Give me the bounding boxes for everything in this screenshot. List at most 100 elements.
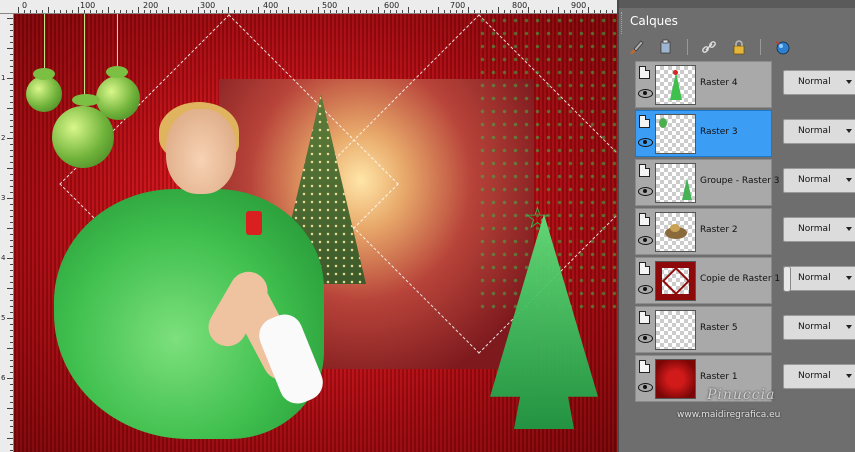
- image-canvas[interactable]: ☆: [14, 14, 617, 452]
- blend-mode-select[interactable]: Normal: [783, 266, 855, 291]
- layers-toolbar: [627, 36, 791, 58]
- layer-row[interactable]: Copie de Raster 1 Normal: [629, 256, 855, 305]
- ruler-tick: [96, 10, 97, 13]
- ruler-tick: [10, 342, 13, 343]
- ruler-tick: [10, 306, 13, 307]
- layer-name: Groupe - Raster 3: [700, 176, 780, 186]
- blend-mode-select[interactable]: Normal: [783, 70, 855, 95]
- ruler-tick: [10, 36, 13, 37]
- toolbar-separator: [687, 39, 688, 55]
- ruler-tick: [7, 348, 13, 349]
- lock-icon[interactable]: [730, 38, 748, 56]
- eye-icon[interactable]: [638, 383, 653, 392]
- ruler-label: 1: [1, 74, 6, 82]
- panel-splitter-handle[interactable]: [783, 266, 791, 292]
- eye-icon[interactable]: [638, 89, 653, 98]
- ruler-tick: [144, 10, 145, 13]
- ruler-tick: [7, 378, 13, 379]
- ruler-tick: [7, 138, 13, 139]
- ruler-tick: [372, 10, 373, 13]
- ruler-label: 100: [80, 1, 96, 10]
- ruler-tick: [258, 7, 259, 13]
- layers-panel: Calques Raster 4 Normal Raster 3 Normal …: [617, 0, 855, 452]
- ruler-tick: [306, 10, 307, 13]
- layer-mask-icon[interactable]: [639, 262, 650, 275]
- blend-mode-select[interactable]: Normal: [783, 217, 855, 242]
- layer-thumbnail: [655, 163, 696, 203]
- ruler-tick: [10, 276, 13, 277]
- ruler-tick: [7, 408, 13, 409]
- ruler-tick: [606, 10, 607, 13]
- layer-row[interactable]: Raster 4 Normal: [629, 60, 855, 109]
- layer-item[interactable]: Groupe - Raster 3: [635, 159, 780, 206]
- layer-mask-icon[interactable]: [639, 115, 650, 128]
- layer-row[interactable]: Groupe - Raster 3 Normal: [629, 158, 855, 207]
- paste-layer-icon[interactable]: [657, 38, 675, 56]
- ruler-tick: [10, 156, 13, 157]
- panel-title: Calques: [630, 14, 678, 28]
- eye-icon[interactable]: [638, 236, 653, 245]
- eye-icon[interactable]: [638, 187, 653, 196]
- ruler-tick: [336, 10, 337, 13]
- layer-item[interactable]: Raster 4: [635, 61, 772, 108]
- ruler-tick: [348, 7, 349, 13]
- ruler-tick: [384, 10, 385, 13]
- ruler-tick: [7, 78, 13, 79]
- ruler-label: 3: [1, 194, 6, 202]
- ruler-tick: [564, 10, 565, 13]
- ruler-tick: [10, 420, 13, 421]
- layer-name: Raster 3: [700, 127, 738, 137]
- ruler-tick: [540, 10, 541, 13]
- layer-item[interactable]: Raster 5: [635, 306, 772, 353]
- chevron-down-icon: [846, 80, 852, 84]
- layer-row[interactable]: Raster 2 Normal: [629, 207, 855, 256]
- ruler-tick: [10, 174, 13, 175]
- ruler-tick: [180, 10, 181, 13]
- ruler-label: 700: [450, 1, 466, 10]
- ruler-tick: [294, 10, 295, 13]
- layer-item[interactable]: Raster 3: [635, 110, 772, 157]
- layer-row[interactable]: Raster 5 Normal: [629, 305, 855, 354]
- layer-mask-icon[interactable]: [639, 360, 650, 373]
- panel-header-strip: [619, 0, 855, 8]
- layer-item[interactable]: Raster 2: [635, 208, 772, 255]
- ruler-tick: [10, 162, 13, 163]
- horizontal-ruler[interactable]: 0 100 200 300 400 500 600 700 800 900: [0, 0, 617, 14]
- layer-mask-icon[interactable]: [639, 213, 650, 226]
- eye-icon[interactable]: [638, 285, 653, 294]
- ruler-tick: [10, 30, 13, 31]
- blend-mode-select[interactable]: Normal: [783, 364, 855, 389]
- brush-layer-icon[interactable]: [627, 38, 645, 56]
- layer-mask-icon[interactable]: [639, 66, 650, 79]
- vertical-ruler[interactable]: 1 2 3 4 5 6: [0, 14, 14, 452]
- globe-icon[interactable]: [773, 38, 791, 56]
- layer-thumbnail: [655, 212, 696, 252]
- layer-mask-icon[interactable]: [639, 311, 650, 324]
- layer-mask-icon[interactable]: [639, 164, 650, 177]
- ruler-label: 900: [571, 1, 587, 10]
- ruler-tick: [10, 60, 13, 61]
- ruler-label: 500: [322, 1, 338, 10]
- ruler-tick: [30, 10, 31, 13]
- layer-thumbnail: [655, 310, 696, 350]
- ruler-tick: [10, 204, 13, 205]
- eye-icon[interactable]: [638, 334, 653, 343]
- blend-mode-select[interactable]: Normal: [783, 315, 855, 340]
- link-icon[interactable]: [700, 38, 718, 56]
- ruler-tick: [402, 10, 403, 13]
- layer-row-selected[interactable]: Raster 3 Normal: [629, 109, 855, 158]
- ruler-tick: [54, 10, 55, 13]
- layer-item[interactable]: Copie de Raster 1: [635, 257, 780, 304]
- blend-mode-value: Normal: [798, 224, 831, 234]
- blend-mode-select[interactable]: Normal: [783, 119, 855, 144]
- ruler-tick: [324, 10, 325, 13]
- ruler-tick: [10, 444, 13, 445]
- ruler-tick: [408, 7, 409, 13]
- ruler-tick: [10, 54, 13, 55]
- blend-mode-select[interactable]: Normal: [783, 168, 855, 193]
- ruler-tick: [10, 252, 13, 253]
- eye-icon[interactable]: [638, 138, 653, 147]
- ruler-tick: [10, 270, 13, 271]
- ruler-tick: [108, 7, 109, 13]
- panel-grip[interactable]: [621, 12, 625, 34]
